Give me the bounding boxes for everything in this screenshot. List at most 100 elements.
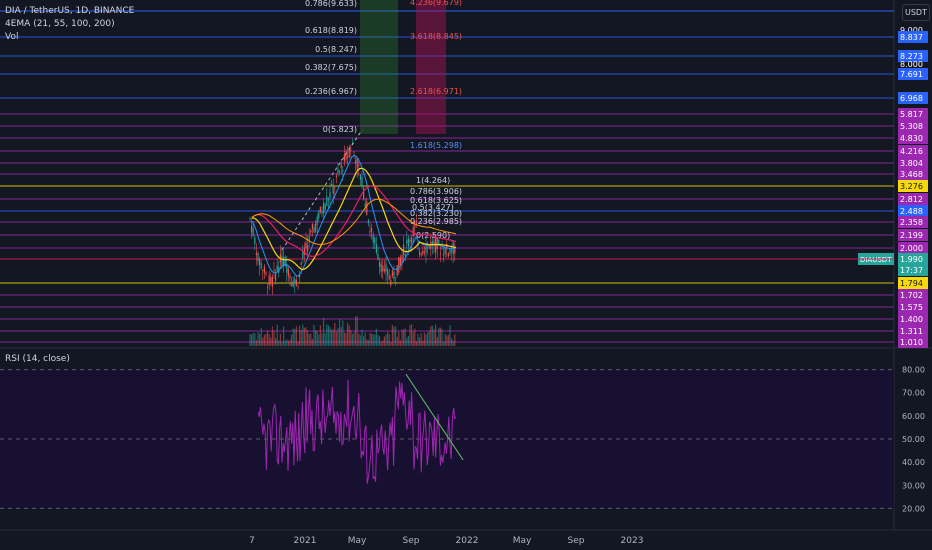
volume-bar bbox=[388, 333, 390, 346]
candle-body bbox=[263, 266, 265, 273]
volume-bar bbox=[436, 336, 438, 346]
rsi-indicator-legend[interactable]: RSI (14, close) bbox=[5, 354, 70, 365]
volume-bar bbox=[281, 341, 283, 346]
volume-bar bbox=[398, 331, 400, 346]
rsi-axis-label: 70.00 bbox=[902, 389, 925, 398]
candle-body bbox=[347, 156, 349, 157]
price-axis-label: 1.794 bbox=[900, 279, 923, 288]
price-axis-label: 8.837 bbox=[900, 33, 923, 42]
price-axis-label: 1.990 bbox=[900, 255, 923, 264]
price-chart[interactable]: 9.0008.8378.2738.0007.6916.9685.8175.308… bbox=[0, 0, 932, 550]
candle-body bbox=[441, 247, 443, 249]
candle-body bbox=[273, 270, 275, 272]
volume-bar bbox=[380, 341, 382, 346]
volume-bar bbox=[332, 329, 334, 346]
price-axis-label: 1.702 bbox=[900, 291, 923, 300]
candle-body bbox=[403, 244, 405, 255]
time-axis-label: May bbox=[513, 536, 532, 546]
candle-body bbox=[393, 271, 395, 280]
symbol-title[interactable]: DIA / TetherUS, 1D, BINANCE bbox=[5, 6, 134, 17]
volume-bar bbox=[435, 324, 437, 346]
volume-bar bbox=[324, 333, 326, 346]
volume-bar bbox=[335, 331, 337, 346]
volume-bar bbox=[283, 326, 285, 346]
volume-bar bbox=[267, 330, 269, 346]
candle-body bbox=[348, 149, 350, 158]
volume-bar bbox=[441, 328, 443, 346]
price-axis-label: 2.358 bbox=[900, 218, 923, 227]
volume-bar bbox=[348, 325, 350, 346]
candle-body bbox=[377, 254, 379, 260]
volume-bar bbox=[257, 332, 259, 346]
volume-bar bbox=[443, 341, 445, 346]
volume-bar bbox=[399, 340, 401, 346]
candle-body bbox=[260, 263, 262, 269]
price-axis-label: 4.830 bbox=[900, 134, 923, 143]
volume-bar bbox=[334, 322, 336, 346]
volume-bar bbox=[369, 332, 371, 346]
time-axis-label: 2021 bbox=[294, 536, 317, 546]
candle-body bbox=[343, 154, 345, 162]
price-axis-label: 2.812 bbox=[900, 195, 923, 204]
volume-bar bbox=[321, 333, 323, 346]
volume-bar bbox=[259, 333, 261, 346]
volume-bar bbox=[393, 326, 395, 346]
candle-body bbox=[375, 243, 377, 253]
ema-indicator-legend[interactable]: 4EMA (21, 55, 100, 200) bbox=[5, 19, 115, 30]
candle-body bbox=[321, 211, 323, 214]
candle-body bbox=[291, 283, 293, 286]
price-axis-label: 2.488 bbox=[900, 207, 923, 216]
fib-label-left: 0.236(6.967) bbox=[305, 87, 357, 96]
fib-label-left: 0.786(9.633) bbox=[305, 0, 357, 8]
volume-bar bbox=[297, 341, 299, 346]
candle-body bbox=[318, 211, 320, 219]
volume-bar bbox=[342, 320, 344, 346]
rsi-axis-label: 20.00 bbox=[902, 504, 925, 513]
volume-bar bbox=[430, 326, 432, 346]
price-axis-label: 1.400 bbox=[900, 315, 923, 324]
volume-bar bbox=[404, 328, 406, 346]
candle-body bbox=[398, 257, 400, 273]
volume-bar bbox=[327, 325, 329, 346]
volume-bar bbox=[391, 324, 393, 346]
candle-body bbox=[254, 237, 256, 245]
volume-bar bbox=[374, 334, 376, 346]
volume-bar bbox=[446, 335, 448, 346]
volume-bar bbox=[276, 324, 278, 346]
candle-body bbox=[307, 245, 309, 252]
volume-indicator-legend[interactable]: Vol bbox=[5, 32, 18, 43]
volume-bar bbox=[425, 334, 427, 346]
candle-body bbox=[404, 253, 406, 256]
candle-body bbox=[359, 174, 361, 180]
price-axis-label: 1.575 bbox=[900, 303, 923, 312]
currency-button[interactable]: USDT bbox=[902, 4, 930, 21]
volume-bar bbox=[417, 334, 419, 346]
price-axis-label: 6.968 bbox=[900, 94, 923, 103]
volume-bar bbox=[345, 333, 347, 346]
volume-bar bbox=[401, 329, 403, 346]
candle-body bbox=[383, 269, 385, 272]
volume-bar bbox=[295, 326, 297, 346]
volume-bar bbox=[326, 324, 328, 346]
candle-body bbox=[361, 177, 363, 188]
fib-label-right: 3.618(8.845) bbox=[410, 32, 462, 41]
volume-bar bbox=[422, 340, 424, 346]
volume-bar bbox=[254, 333, 256, 346]
candle-body bbox=[340, 164, 342, 168]
candle-body bbox=[382, 265, 384, 272]
fib-label-mid: 1(4.264) bbox=[416, 176, 450, 185]
candle-body bbox=[311, 224, 313, 230]
candle-body bbox=[371, 227, 373, 232]
volume-bar bbox=[287, 340, 289, 346]
candle-body bbox=[425, 244, 427, 253]
volume-bar bbox=[273, 330, 275, 346]
volume-bar bbox=[350, 330, 352, 346]
candle-body bbox=[342, 170, 344, 172]
candle-body bbox=[329, 191, 331, 199]
volume-bar bbox=[323, 317, 325, 346]
volume-bar bbox=[347, 322, 349, 346]
candle-body bbox=[385, 263, 387, 272]
volume-bar bbox=[371, 333, 373, 346]
fib-label-right: 4.236(9.679) bbox=[410, 0, 462, 7]
volume-bar bbox=[339, 319, 341, 346]
